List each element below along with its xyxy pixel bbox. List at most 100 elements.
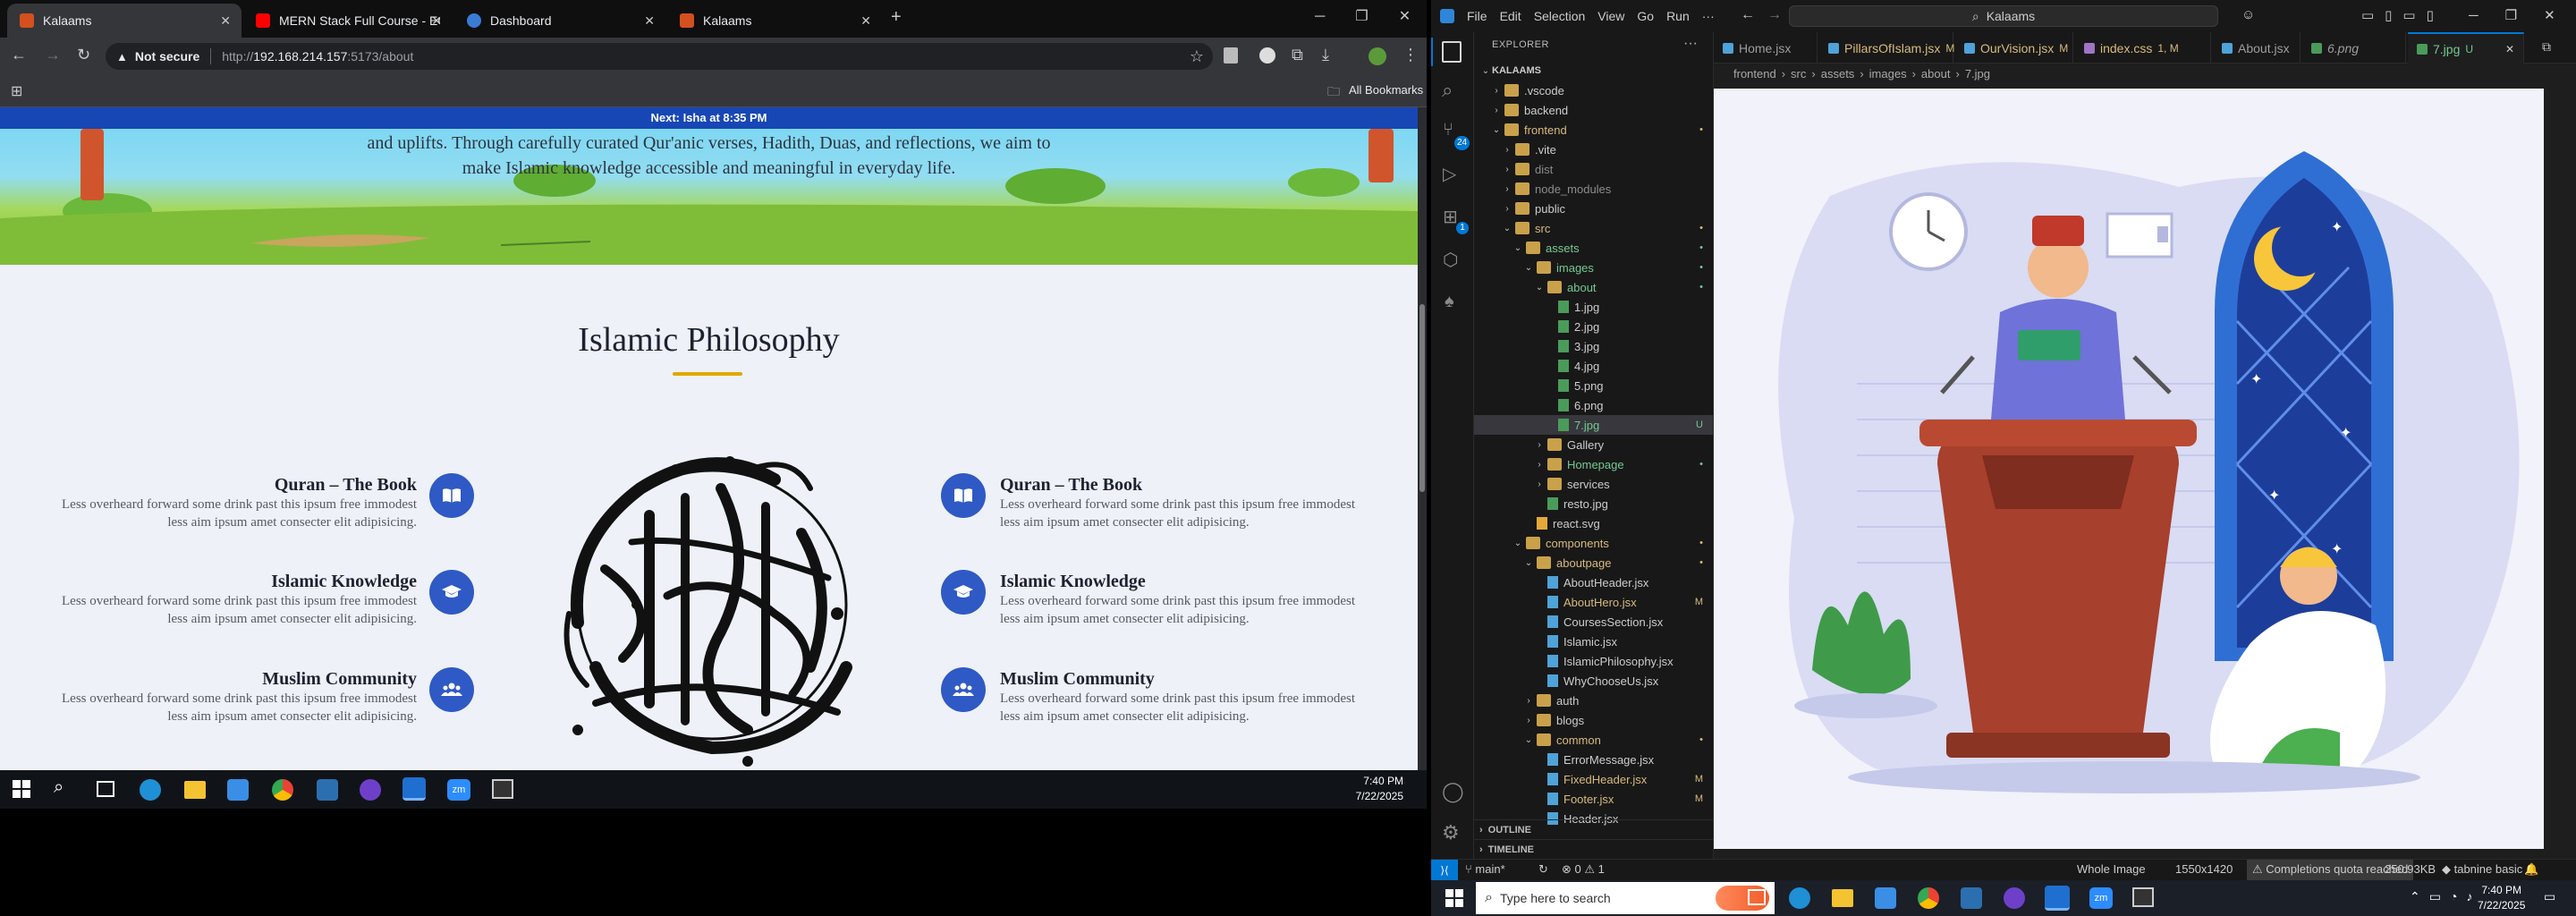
editor-tab[interactable]: PillarsOfIslam.jsx M — [1819, 32, 1954, 64]
tree-folder[interactable]: ⌄ about • — [1474, 277, 1713, 297]
editor-tab[interactable]: Home.jsx — [1714, 32, 1818, 64]
tree-file[interactable]: 4.jpg — [1474, 356, 1713, 376]
tree-file[interactable]: react.svg — [1474, 513, 1713, 533]
terminal-icon[interactable] — [492, 779, 513, 799]
clock[interactable]: 7:40 PM 7/22/2025 — [1356, 774, 1403, 804]
tree-file[interactable]: 3.jpg — [1474, 336, 1713, 356]
tree-folder[interactable]: › Homepage • — [1474, 454, 1713, 474]
tree-folder[interactable]: › blogs — [1474, 710, 1713, 730]
menu-go[interactable]: Go — [1637, 9, 1654, 23]
image-zoom-status[interactable]: Whole Image — [2077, 862, 2146, 876]
editor-tab[interactable]: About.jsx — [2213, 32, 2301, 64]
breadcrumb-item[interactable]: images — [1869, 67, 1907, 81]
minimize-icon[interactable]: ─ — [2469, 8, 2505, 23]
github-desktop-icon[interactable] — [2004, 887, 2025, 909]
clock[interactable]: 7:40 PM 7/22/2025 — [2478, 883, 2525, 913]
breadcrumb-item[interactable]: 7.jpg — [1965, 67, 1990, 81]
apps-grid-icon[interactable]: ⊞ — [11, 82, 22, 100]
kebab-menu-icon[interactable]: ⋮ — [1402, 46, 1419, 64]
scrollbar-thumb[interactable] — [1419, 304, 1425, 492]
breadcrumb-item[interactable]: about — [1921, 67, 1951, 81]
tree-folder[interactable]: ⌄ images • — [1474, 258, 1713, 277]
editor-tab[interactable]: 6.png — [2302, 32, 2406, 64]
puzzle-extensions-icon[interactable]: ⧉ — [1292, 46, 1303, 64]
windows-start-icon[interactable] — [13, 780, 30, 798]
tree-folder[interactable]: ⌄ common • — [1474, 730, 1713, 750]
vscode-alt-icon[interactable] — [1961, 887, 1982, 909]
tree-file[interactable]: ErrorMessage.jsx — [1474, 750, 1713, 769]
breadcrumb-item[interactable]: assets — [1821, 67, 1855, 81]
sync-icon[interactable]: ↻ — [1538, 862, 1548, 877]
chrome-icon[interactable] — [1918, 887, 1939, 909]
edge-icon[interactable] — [1789, 887, 1810, 909]
windows-start-icon[interactable] — [1445, 889, 1463, 907]
search-icon[interactable]: ⌕ — [54, 777, 64, 798]
tree-folder[interactable]: ⌄ components • — [1474, 533, 1713, 553]
editor-tab[interactable]: 7.jpg U ✕ — [2408, 32, 2524, 64]
taskbar-search-box[interactable]: ⌕ Type here to search — [1476, 882, 1775, 914]
all-bookmarks-link[interactable]: All Bookmarks — [1349, 83, 1423, 97]
forward-arrow-icon[interactable]: → — [45, 46, 61, 64]
source-control-icon[interactable]: ⑂ — [1443, 120, 1453, 140]
mongodb-leaf-icon[interactable]: ♠ — [1445, 292, 1454, 312]
editor-tab[interactable]: OurVision.jsx M — [1955, 32, 2073, 64]
vscode-icon[interactable] — [402, 777, 426, 801]
tree-folder[interactable]: › public — [1474, 199, 1713, 218]
tree-file[interactable]: Footer.jsx M — [1474, 789, 1713, 809]
copilot-icon[interactable]: ☺ — [2241, 7, 2255, 22]
security-label[interactable]: Not secure — [135, 49, 199, 64]
menu-file[interactable]: File — [1467, 9, 1487, 23]
editor-tab[interactable]: index.css 1, M — [2075, 32, 2211, 64]
breadcrumb-item[interactable]: src — [1791, 67, 1806, 81]
browser-tab-mern[interactable]: MERN Stack Full Course - ECom ✕ — [243, 4, 453, 38]
search-icon[interactable]: ⌕ — [1442, 79, 1453, 102]
tree-file[interactable]: 2.jpg — [1474, 317, 1713, 336]
editor-actions-icon[interactable]: ⧉ — [2542, 39, 2551, 55]
close-tab-icon[interactable]: ✕ — [220, 13, 231, 29]
minimize-icon[interactable]: ─ — [1315, 9, 1355, 24]
extension-icon[interactable] — [1224, 47, 1238, 64]
page-scrollbar[interactable] — [1418, 107, 1427, 809]
tree-file[interactable]: 7.jpg U — [1474, 415, 1713, 435]
tree-file[interactable]: 5.png — [1474, 376, 1713, 395]
tree-folder[interactable]: ⌄ aboutpage • — [1474, 553, 1713, 572]
close-tab-icon[interactable]: ✕ — [2505, 43, 2514, 55]
tree-folder[interactable]: › auth — [1474, 691, 1713, 710]
tree-folder[interactable]: › Gallery — [1474, 435, 1713, 454]
profile-avatar[interactable] — [1368, 47, 1386, 65]
zoom-icon[interactable]: zm — [447, 779, 470, 801]
tree-file[interactable]: 6.png — [1474, 395, 1713, 415]
more-actions-icon[interactable]: ··· — [1683, 36, 1698, 52]
terminal-icon[interactable] — [2132, 887, 2154, 907]
tabnine-status[interactable]: ◆ tabnine basic — [2442, 862, 2522, 877]
tree-folder[interactable]: › node_modules — [1474, 179, 1713, 199]
tree-file[interactable]: CoursesSection.jsx — [1474, 612, 1713, 632]
remote-explorer-icon[interactable]: ⬡ — [1443, 249, 1458, 271]
command-center-search[interactable]: ⌕ Kalaams — [1789, 5, 2218, 27]
browser-tab-kalaams-2[interactable]: Kalaams ✕ — [667, 4, 882, 38]
vscode-alt-icon[interactable] — [317, 779, 338, 801]
timeline-section[interactable]: › TIMELINE — [1474, 839, 1713, 859]
problems-indicator[interactable]: ⊗ 0 ⚠ 1 — [1562, 862, 1605, 877]
system-tray-icons[interactable]: ⌃▭◔♪ — [2410, 889, 2481, 904]
task-view-icon[interactable] — [97, 781, 114, 797]
nav-back-icon[interactable]: ← — [1741, 7, 1755, 23]
close-tab-icon[interactable]: ✕ — [431, 13, 442, 29]
extension-2-icon[interactable] — [1259, 47, 1275, 64]
notifications-bell-icon[interactable]: 🔔 — [2524, 862, 2538, 877]
account-icon[interactable]: ◯ — [1442, 780, 1464, 803]
restore-icon[interactable]: ❐ — [2505, 8, 2544, 23]
close-tab-icon[interactable]: ✕ — [860, 13, 871, 29]
file-explorer-icon[interactable] — [184, 781, 206, 799]
github-desktop-icon[interactable] — [360, 779, 381, 801]
tree-folder[interactable]: › dist — [1474, 159, 1713, 179]
remote-indicator-icon[interactable]: ⟩⟨ — [1431, 860, 1458, 880]
breadcrumb-item[interactable]: frontend — [1733, 67, 1776, 81]
browser-tab-dashboard[interactable]: Dashboard ✕ — [454, 4, 665, 38]
file-explorer-icon[interactable] — [1832, 889, 1853, 907]
zoom-icon[interactable]: zm — [2089, 887, 2113, 909]
new-tab-icon[interactable]: + — [891, 7, 902, 28]
close-tab-icon[interactable]: ✕ — [644, 13, 655, 29]
omnibox[interactable]: ▲ Not secure http:// 192.168.214.157 :51… — [106, 43, 1213, 70]
store-icon[interactable] — [1875, 887, 1896, 909]
